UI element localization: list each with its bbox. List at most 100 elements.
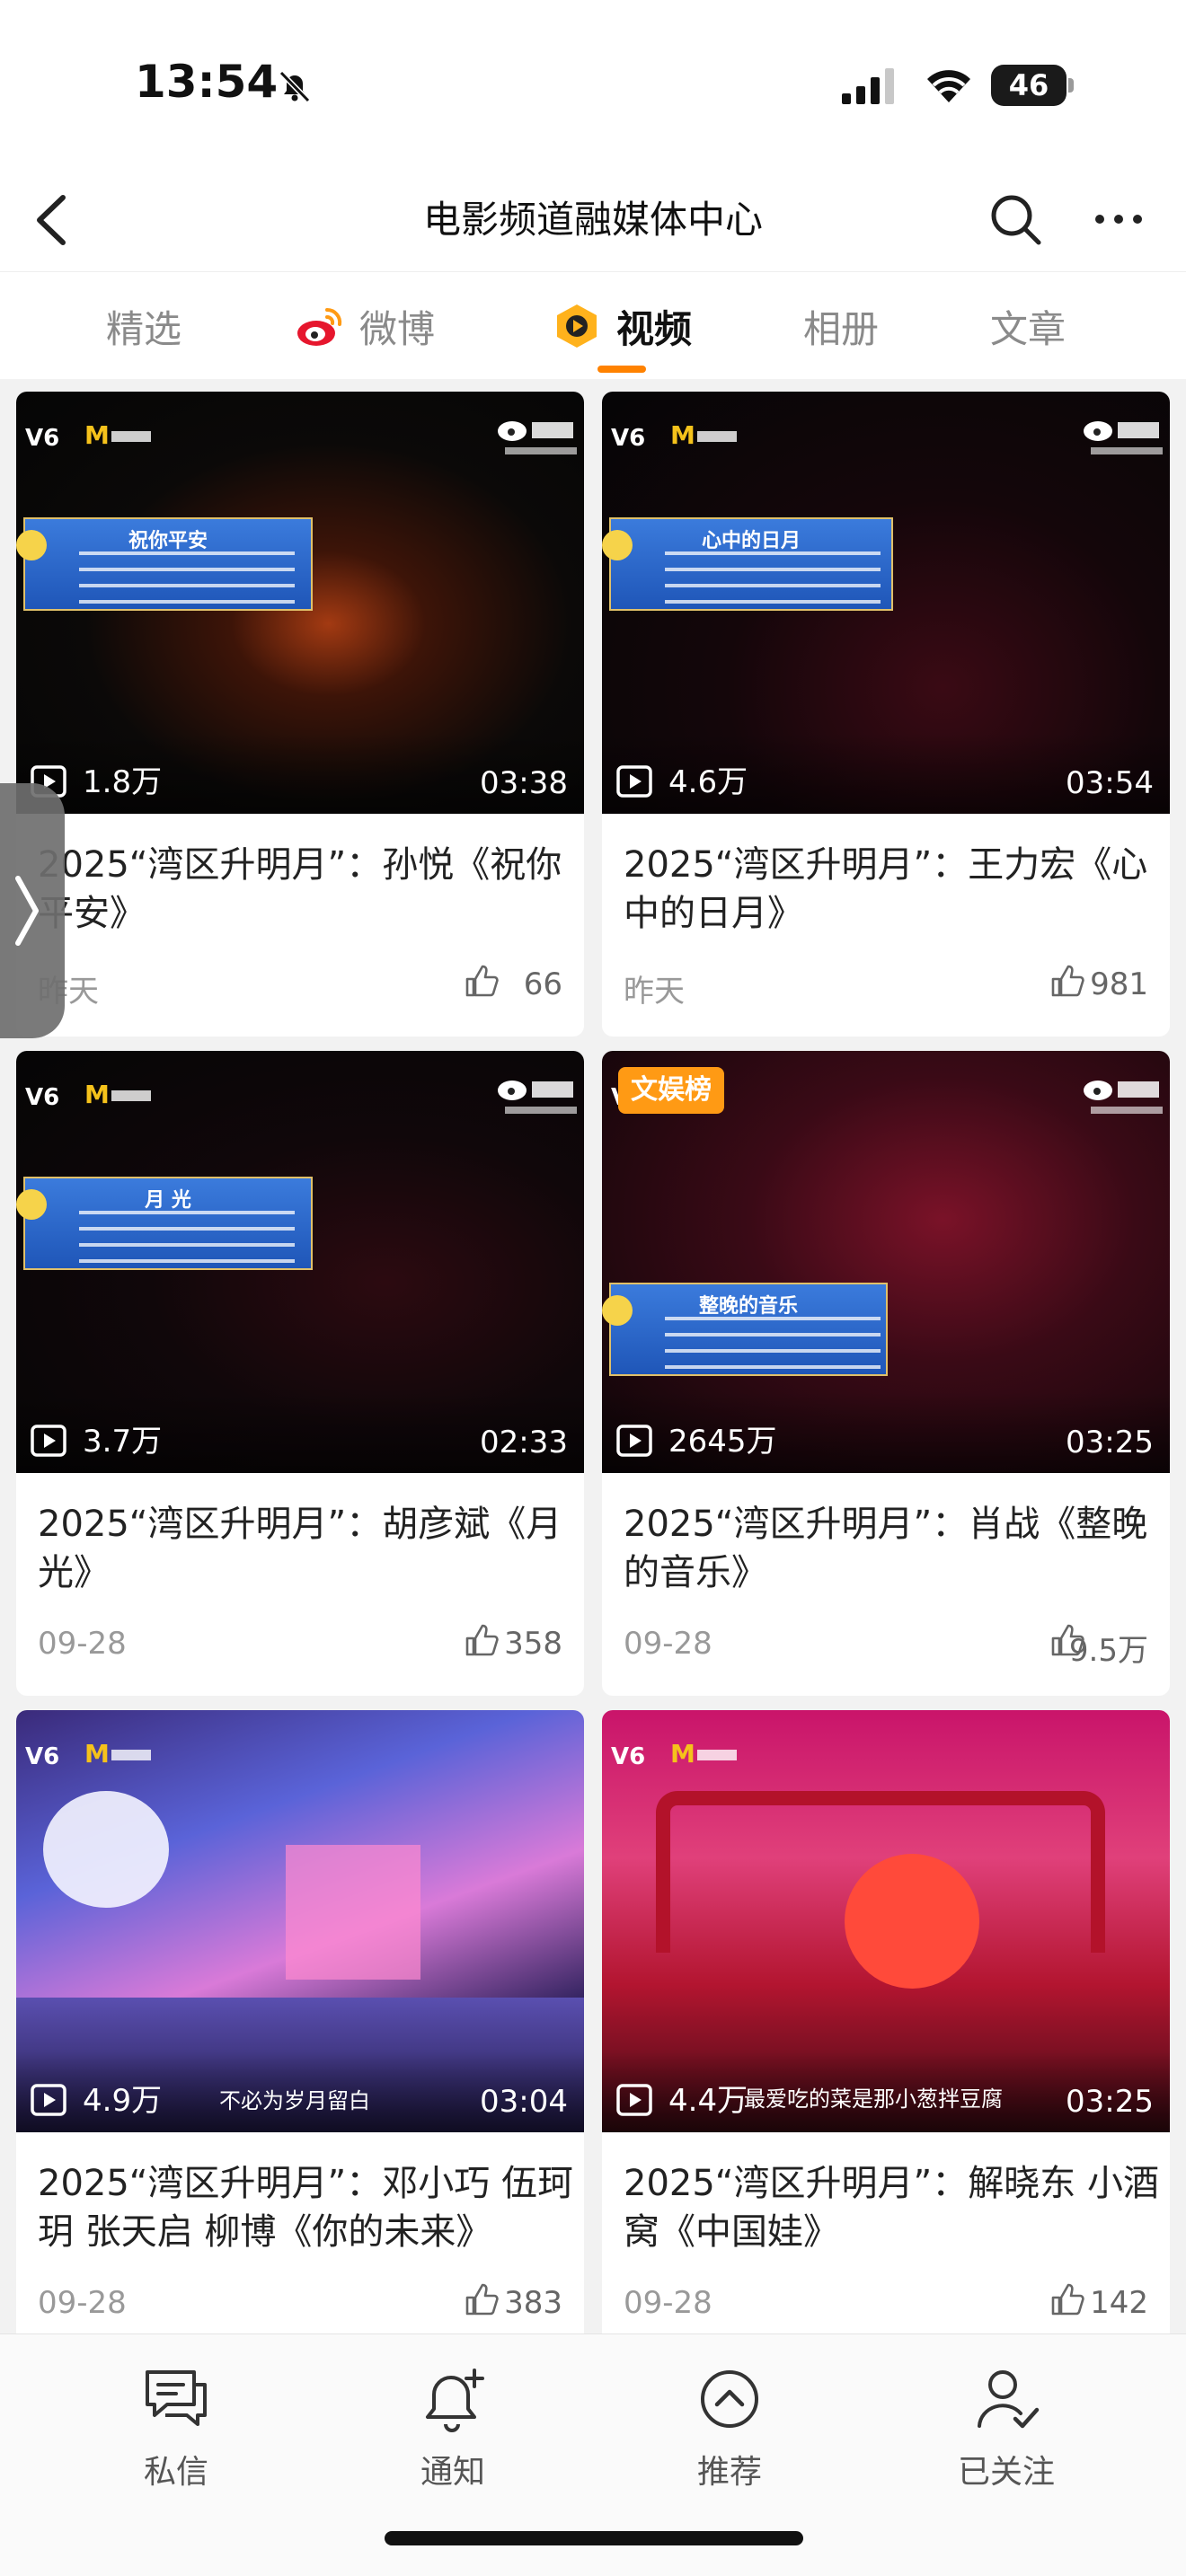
post-date: 昨天	[624, 974, 685, 1010]
bottom-nav-recommend[interactable]: 推荐	[640, 2361, 819, 2492]
play-icon	[31, 1425, 66, 1457]
bottom-nav-following[interactable]: 已关注	[916, 2361, 1096, 2492]
status-bar: 13:54 46	[0, 0, 1186, 171]
bottom-nav-label: 私信	[143, 2454, 208, 2491]
compass-up-icon	[701, 2370, 758, 2428]
video-title[interactable]: 2025“湾区升明月”：邓小巧 伍珂玥 张天启 柳博《你的未来》	[38, 2159, 573, 2256]
song-caption-board: 祝你平安	[16, 517, 313, 611]
video-card[interactable]: V6 M 最爱吃的菜是那小葱拌豆腐 4.4万 03:25 2025“湾区升明月”…	[602, 1710, 1170, 2355]
active-tab-indicator	[597, 366, 646, 373]
status-time: 13:54	[135, 56, 279, 108]
video-card[interactable]: V6 M 祝你平安 1.8万 03:38 2025“湾区升明月”：孙悦《祝你平安…	[16, 392, 584, 1037]
video-thumbnail[interactable]: V6 文娱榜 整晚的音乐 2645万 03:25	[602, 1051, 1170, 1473]
song-caption-title: 心中的日月	[701, 530, 801, 552]
svg-text:V6: V6	[25, 1743, 59, 1770]
video-thumbnail[interactable]: V6 M 月 光 3.7万 02:33	[16, 1051, 584, 1473]
battery-cap	[1068, 78, 1074, 93]
like-icon[interactable]	[464, 1622, 500, 1658]
side-drawer-handle[interactable]	[0, 783, 65, 1038]
play-icon	[616, 1425, 652, 1457]
video-card[interactable]: V6 M 不必为岁月留白 4.9万 03:04 2025“湾区升明月”：邓小巧 …	[16, 1710, 584, 2355]
tab-label: 精选	[106, 306, 182, 351]
like-icon[interactable]	[464, 963, 500, 999]
stage-screen	[43, 1791, 169, 1908]
video-duration: 03:25	[1066, 2084, 1154, 2120]
search-icon[interactable]	[987, 190, 1044, 248]
like-count: 358	[504, 1626, 562, 1662]
svg-text:M: M	[84, 420, 110, 449]
weibo-watermark-icon	[1084, 421, 1163, 454]
cellular-signal-icon	[842, 68, 894, 104]
video-card[interactable]: V6 M 心中的日月 4.6万 03:54 2025“湾区升明月”：王力宏《心中…	[602, 392, 1170, 1037]
weibo-icon	[297, 307, 342, 346]
like-icon[interactable]	[1049, 2281, 1085, 2317]
weibo-watermark-icon	[498, 421, 577, 454]
m-video-logo-icon: M	[84, 1739, 151, 1768]
song-caption-board: 整晚的音乐	[602, 1283, 888, 1376]
play-icon	[31, 2084, 66, 2116]
tab-label: 相册	[803, 306, 880, 351]
svg-text:M: M	[84, 1739, 110, 1768]
video-channel-icon	[557, 304, 597, 348]
cctv6-logo-icon: V6	[611, 1743, 645, 1770]
video-duration: 02:33	[480, 1425, 568, 1460]
m-video-logo-icon: M	[670, 1739, 737, 1768]
bottom-nav-messages[interactable]: 私信	[86, 2361, 266, 2492]
song-credits	[665, 1317, 881, 1371]
bottom-nav-label: 通知	[420, 2454, 485, 2491]
video-thumbnail[interactable]: V6 M 心中的日月 4.6万 03:54	[602, 392, 1170, 814]
video-title[interactable]: 2025“湾区升明月”：肖战《整晚的音乐》	[624, 1500, 1159, 1597]
svg-text:V6: V6	[25, 1084, 59, 1111]
svg-text:M: M	[670, 420, 695, 449]
like-count: 142	[1090, 2285, 1148, 2321]
song-credits	[665, 551, 881, 605]
battery-icon: 46	[991, 65, 1074, 106]
play-count: 1.8万	[83, 764, 163, 800]
video-duration: 03:25	[1066, 1425, 1154, 1460]
battery-level: 46	[991, 65, 1067, 106]
tab-featured[interactable]: 精选	[106, 297, 181, 355]
song-caption-board: 月 光	[16, 1177, 313, 1270]
weibo-watermark-icon	[498, 1081, 577, 1114]
video-card[interactable]: V6 文娱榜 整晚的音乐 2645万 03:25 2025“湾区升明月”：肖战《…	[602, 1051, 1170, 1696]
video-title[interactable]: 2025“湾区升明月”：解晓东 小酒窝《中国娃》	[624, 2159, 1159, 2256]
bell-plus-icon	[426, 2369, 484, 2432]
video-subtitle: 最爱吃的菜是那小葱拌豆腐	[744, 2086, 1003, 2112]
stage-screen	[286, 1845, 420, 1980]
song-caption-board: 心中的日月	[602, 517, 893, 611]
like-count: 66	[523, 966, 562, 1002]
video-thumbnail[interactable]: V6 M 不必为岁月留白 4.9万 03:04	[16, 1710, 584, 2132]
video-title[interactable]: 2025“湾区升明月”：胡彦斌《月光》	[38, 1500, 573, 1597]
tab-weibo[interactable]: 微博	[295, 297, 435, 355]
more-icon[interactable]	[1093, 208, 1145, 230]
cctv6-logo-icon: V6	[25, 425, 59, 452]
play-count: 4.9万	[83, 2083, 163, 2119]
user-check-icon	[978, 2370, 1040, 2429]
tab-video[interactable]: 视频	[552, 297, 692, 355]
play-count: 4.6万	[668, 764, 748, 800]
cctv6-logo-icon: V6	[25, 1084, 59, 1111]
tab-label: 视频	[616, 306, 693, 351]
video-title[interactable]: 2025“湾区升明月”：王力宏《心中的日月》	[624, 841, 1159, 938]
video-card[interactable]: V6 M 月 光 3.7万 02:33 2025“湾区升明月”：胡彦斌《月光》 …	[16, 1051, 584, 1696]
tab-bar: 精选 微博 视频 相册 文章	[0, 271, 1186, 379]
bell-off-icon	[279, 70, 311, 103]
tab-album[interactable]: 相册	[803, 297, 879, 355]
video-title[interactable]: 2025“湾区升明月”：孙悦《祝你平安》	[38, 841, 573, 938]
bottom-nav-notifications[interactable]: 通知	[363, 2361, 543, 2492]
post-date: 09-28	[38, 1626, 127, 1662]
play-count: 3.7万	[83, 1424, 163, 1460]
post-date: 09-28	[38, 2285, 127, 2321]
tab-articles[interactable]: 文章	[990, 297, 1066, 355]
song-credits	[79, 1211, 295, 1265]
like-icon[interactable]	[1049, 963, 1085, 999]
svg-text:M: M	[84, 1080, 110, 1108]
like-icon[interactable]	[464, 2281, 500, 2317]
play-count: 4.4万	[668, 2083, 748, 2119]
m-video-logo-icon: M	[84, 1080, 151, 1108]
video-thumbnail[interactable]: V6 M 祝你平安 1.8万 03:38	[16, 392, 584, 814]
video-thumbnail[interactable]: V6 M 最爱吃的菜是那小葱拌豆腐 4.4万 03:25	[602, 1710, 1170, 2132]
song-caption-title: 月 光	[145, 1189, 191, 1212]
song-credits	[79, 551, 295, 605]
video-subtitle: 不必为岁月留白	[219, 2088, 370, 2113]
